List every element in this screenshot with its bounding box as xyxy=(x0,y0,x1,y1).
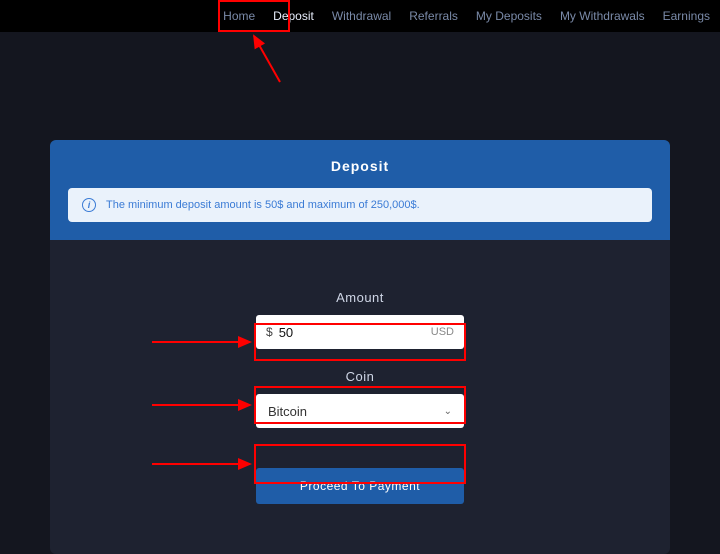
nav-deposit[interactable]: Deposit xyxy=(273,9,314,23)
info-text: The minimum deposit amount is 50$ and ma… xyxy=(106,199,420,211)
coin-label: Coin xyxy=(256,369,464,384)
card-header: Deposit i The minimum deposit amount is … xyxy=(50,140,670,240)
top-nav: Home Deposit Withdrawal Referrals My Dep… xyxy=(0,0,720,32)
deposit-card: Deposit i The minimum deposit amount is … xyxy=(50,140,670,554)
coin-selected: Bitcoin xyxy=(268,404,307,419)
arrow-to-nav xyxy=(218,32,288,88)
nav-earnings[interactable]: Earnings xyxy=(663,9,710,23)
info-icon: i xyxy=(82,198,96,212)
info-bar: i The minimum deposit amount is 50$ and … xyxy=(68,188,652,222)
card-body: Amount $ 50 USD Coin Bitcoin ⌄ Proceed T… xyxy=(50,240,670,554)
chevron-down-icon: ⌄ xyxy=(444,406,452,417)
amount-input[interactable]: $ 50 USD xyxy=(256,315,464,349)
card-title: Deposit xyxy=(50,158,670,174)
nav-withdrawal[interactable]: Withdrawal xyxy=(332,9,391,23)
amount-group: Amount $ 50 USD xyxy=(256,290,464,349)
nav-my-deposits[interactable]: My Deposits xyxy=(476,9,542,23)
proceed-button[interactable]: Proceed To Payment xyxy=(256,468,464,504)
nav-home[interactable]: Home xyxy=(223,9,255,23)
submit-group: Proceed To Payment xyxy=(256,468,464,504)
nav-my-withdrawals[interactable]: My Withdrawals xyxy=(560,9,645,23)
amount-label: Amount xyxy=(256,290,464,305)
nav-referrals[interactable]: Referrals xyxy=(409,9,458,23)
amount-suffix: USD xyxy=(431,326,454,338)
amount-prefix: $ xyxy=(266,325,273,339)
coin-select[interactable]: Bitcoin ⌄ xyxy=(256,394,464,428)
coin-group: Coin Bitcoin ⌄ xyxy=(256,369,464,428)
amount-value: 50 xyxy=(279,325,431,340)
